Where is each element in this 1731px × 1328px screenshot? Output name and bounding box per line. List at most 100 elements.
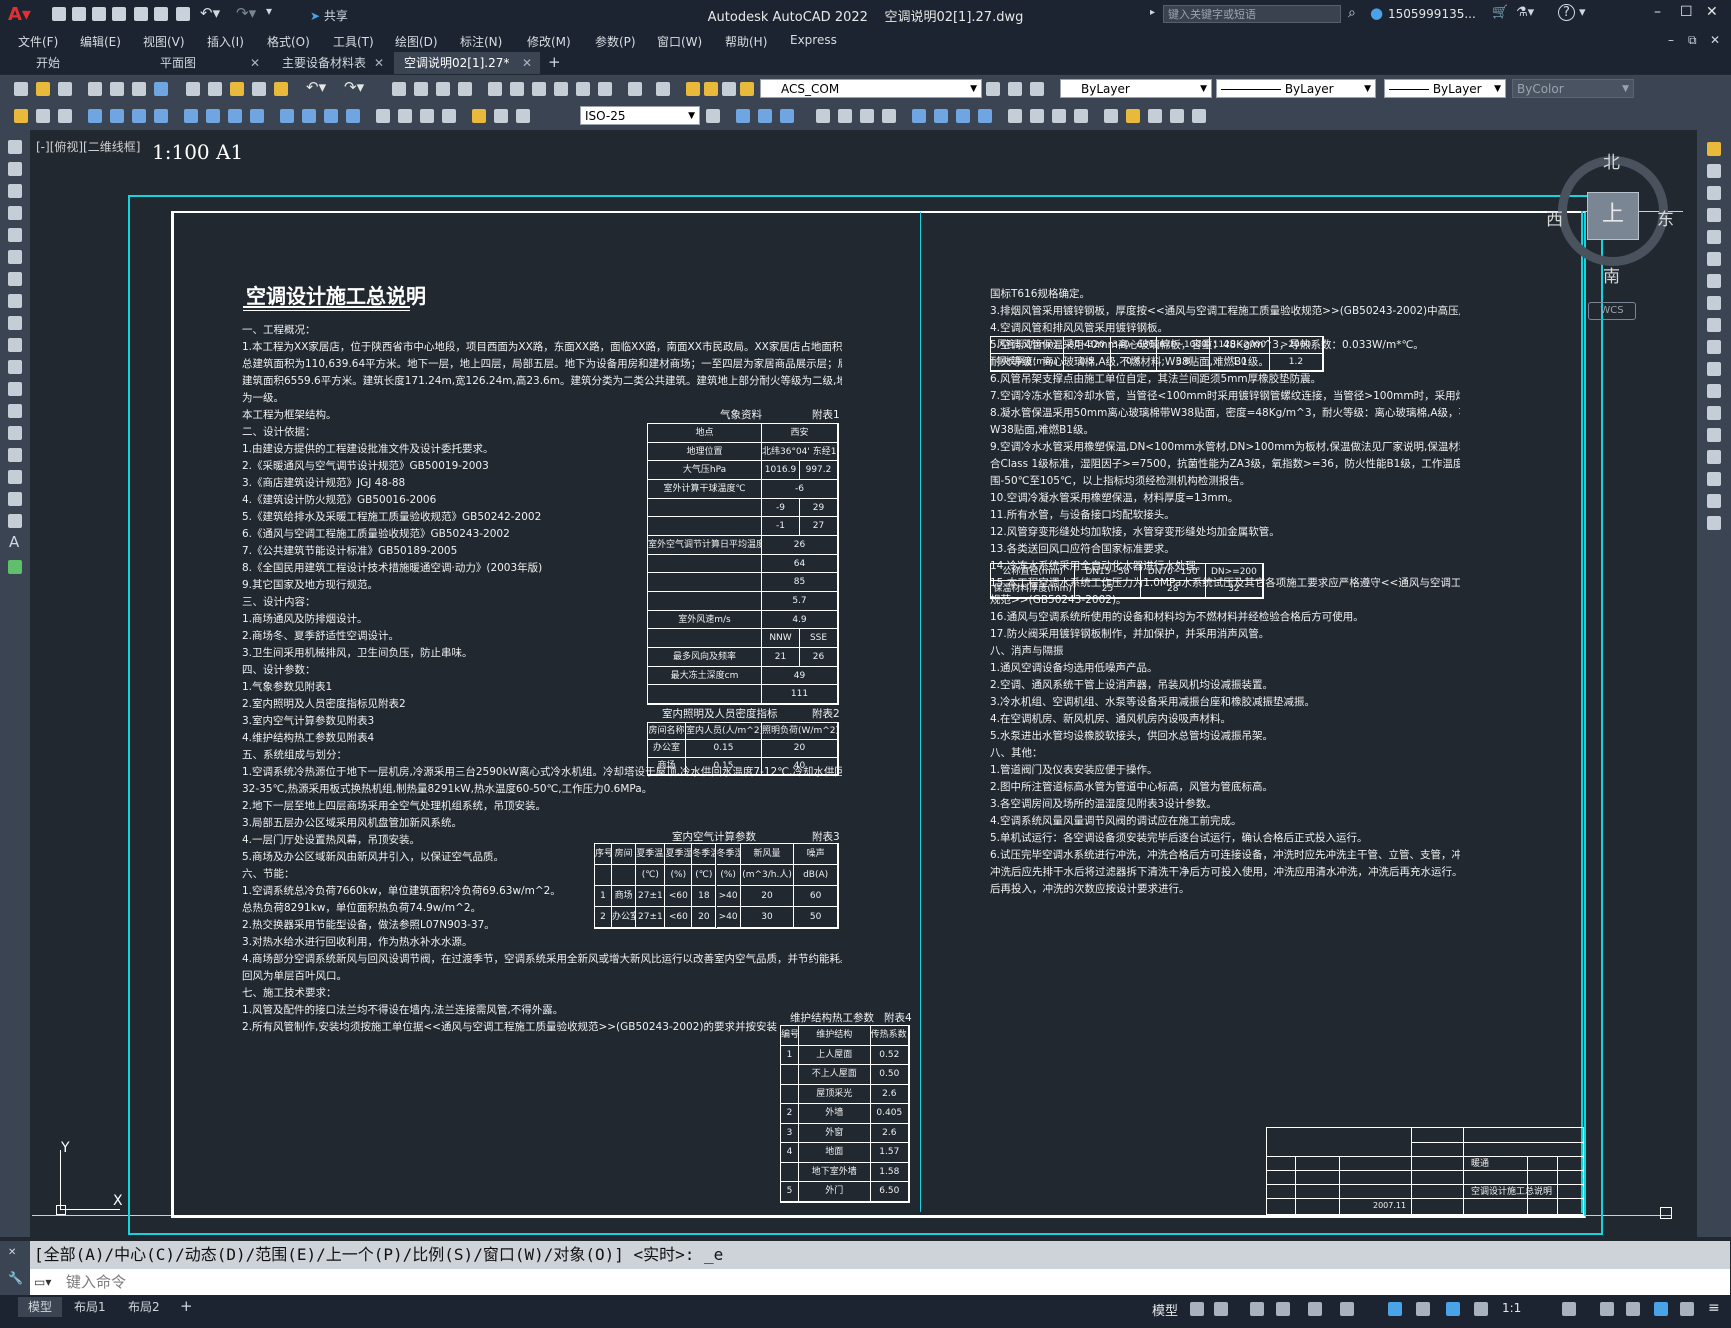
walk-icon[interactable] <box>1030 109 1044 123</box>
fillet-icon[interactable] <box>1707 472 1721 486</box>
close-icon[interactable]: ✕ <box>8 1247 16 1258</box>
layout-tab-1[interactable]: 布局1 <box>64 1297 116 1317</box>
layer-properties-icon[interactable] <box>656 82 670 96</box>
ucs-previous-icon[interactable] <box>860 109 874 123</box>
menu-window[interactable]: 窗口(W) <box>657 33 702 50</box>
command-prompt-icon[interactable]: ▭▾ <box>34 1269 51 1295</box>
linear-dim-icon[interactable] <box>88 109 102 123</box>
menu-express[interactable]: Express <box>790 33 837 47</box>
zoom-realtime-icon[interactable] <box>414 82 428 96</box>
open-icon[interactable] <box>36 82 50 96</box>
copy-object-icon[interactable] <box>1707 164 1721 178</box>
point-icon[interactable] <box>8 426 22 440</box>
linetype-dropdown[interactable]: ByLayer ▼ <box>1216 79 1376 98</box>
realistic-icon[interactable] <box>956 109 970 123</box>
layer-on-icon[interactable] <box>686 82 700 96</box>
arc-length-icon[interactable] <box>132 109 146 123</box>
user-icon[interactable]: ● <box>1370 4 1383 22</box>
table-icon[interactable] <box>36 109 50 123</box>
field-icon[interactable] <box>58 109 72 123</box>
object-snap-icon[interactable] <box>1388 1302 1402 1316</box>
zoom-window-icon[interactable] <box>436 82 450 96</box>
sheet-set-icon[interactable] <box>554 82 568 96</box>
mirror-icon[interactable] <box>1707 186 1721 200</box>
break-at-point-icon[interactable] <box>1707 384 1721 398</box>
units-icon[interactable] <box>1626 1302 1640 1316</box>
menu-modify[interactable]: 修改(M) <box>527 33 571 50</box>
polar-icon[interactable] <box>1276 1302 1290 1316</box>
qnew-icon[interactable] <box>14 82 28 96</box>
wcs-menu[interactable]: WCS <box>1588 302 1636 320</box>
hatch-icon[interactable] <box>8 448 22 462</box>
auto-scale-icon[interactable] <box>1474 1302 1488 1316</box>
doc-restore-icon[interactable]: ⧉ <box>1688 33 1697 48</box>
pan-icon[interactable] <box>392 82 406 96</box>
dim-space-icon[interactable] <box>346 109 360 123</box>
radius-dim-icon[interactable] <box>184 109 198 123</box>
help-icon[interactable] <box>628 82 642 96</box>
continue-dim-icon[interactable] <box>324 109 338 123</box>
compass-south[interactable]: 南 <box>1603 262 1620 287</box>
customize-icon[interactable]: 🔧 <box>8 1271 23 1285</box>
publish-icon[interactable] <box>132 82 146 96</box>
minimize-icon[interactable]: – <box>1654 4 1661 20</box>
dimstyle-icon[interactable] <box>706 109 720 123</box>
match-properties-icon[interactable] <box>252 82 266 96</box>
tab-close-icon[interactable]: ✕ <box>250 52 260 74</box>
layout-tab-model[interactable]: 模型 <box>18 1297 63 1317</box>
erase-icon[interactable] <box>1707 142 1721 156</box>
menu-help[interactable]: 帮助(H) <box>725 33 767 50</box>
menu-dimension[interactable]: 标注(N) <box>460 33 502 50</box>
multiline-text-icon[interactable]: A <box>9 533 19 551</box>
camera-icon[interactable] <box>1074 109 1088 123</box>
search-icon[interactable]: ⌕ <box>1348 5 1356 21</box>
arc-icon[interactable] <box>8 250 22 264</box>
doc-close-icon[interactable]: ✕ <box>1710 33 1720 47</box>
ellipse-icon[interactable] <box>8 338 22 352</box>
move-icon[interactable] <box>1707 252 1721 266</box>
center-mark-icon[interactable] <box>398 109 412 123</box>
render-setup-icon[interactable] <box>1170 109 1184 123</box>
offset-icon[interactable] <box>1707 208 1721 222</box>
command-grip[interactable]: ✕ 🔧 <box>0 1241 30 1295</box>
dim-edit-icon[interactable] <box>472 109 486 123</box>
search-input[interactable]: 键入关键字或短语 <box>1163 5 1341 23</box>
hardware-acceleration-icon[interactable] <box>1654 1302 1668 1316</box>
layer-lock-icon[interactable] <box>740 82 754 96</box>
compass-west[interactable]: 西 <box>1546 205 1563 230</box>
jogged-dim-icon[interactable] <box>206 109 220 123</box>
compass-east[interactable]: 东 <box>1657 205 1674 230</box>
new-tab-icon[interactable]: + <box>548 53 561 71</box>
insert-block-icon[interactable] <box>14 109 28 123</box>
paste-icon[interactable] <box>230 82 244 96</box>
menu-draw[interactable]: 绘图(D) <box>395 33 438 50</box>
connect-icon[interactable]: ⚗▾ <box>1516 5 1534 20</box>
baseline-dim-icon[interactable] <box>302 109 316 123</box>
ucs-world-icon[interactable] <box>838 109 852 123</box>
join-icon[interactable] <box>1707 428 1721 442</box>
dimstyle-dropdown[interactable]: ISO-25 ▼ <box>580 106 700 125</box>
chamfer-icon[interactable] <box>1707 450 1721 464</box>
stretch-icon[interactable] <box>1707 318 1721 332</box>
aligned-dim-icon[interactable] <box>110 109 124 123</box>
tab-floor-plan[interactable]: 平面图 ✕ <box>150 52 268 74</box>
save-icon[interactable] <box>58 82 72 96</box>
preview-icon[interactable] <box>110 82 124 96</box>
object-snap-tracking-icon[interactable] <box>1340 1302 1354 1316</box>
add-layout-icon[interactable]: + <box>180 1297 193 1315</box>
dim-text-edit-icon[interactable] <box>494 109 508 123</box>
rotate-icon[interactable] <box>1707 274 1721 288</box>
make-block-icon[interactable] <box>8 404 22 418</box>
markup-icon[interactable] <box>576 82 590 96</box>
table-icon[interactable] <box>8 514 22 528</box>
shaded-icon[interactable] <box>934 109 948 123</box>
search-expand-icon[interactable]: ▸ <box>1150 7 1155 18</box>
user-name[interactable]: 1505999135... <box>1388 7 1476 21</box>
doc-minimize-icon[interactable]: – <box>1668 33 1674 47</box>
layer-previous-icon[interactable] <box>1008 82 1022 96</box>
menu-insert[interactable]: 插入(I) <box>207 33 244 50</box>
view-top-icon[interactable] <box>736 109 750 123</box>
polygon-icon[interactable] <box>8 206 22 220</box>
tab-close-icon[interactable]: ✕ <box>522 52 532 74</box>
angular-dim-icon[interactable] <box>250 109 264 123</box>
